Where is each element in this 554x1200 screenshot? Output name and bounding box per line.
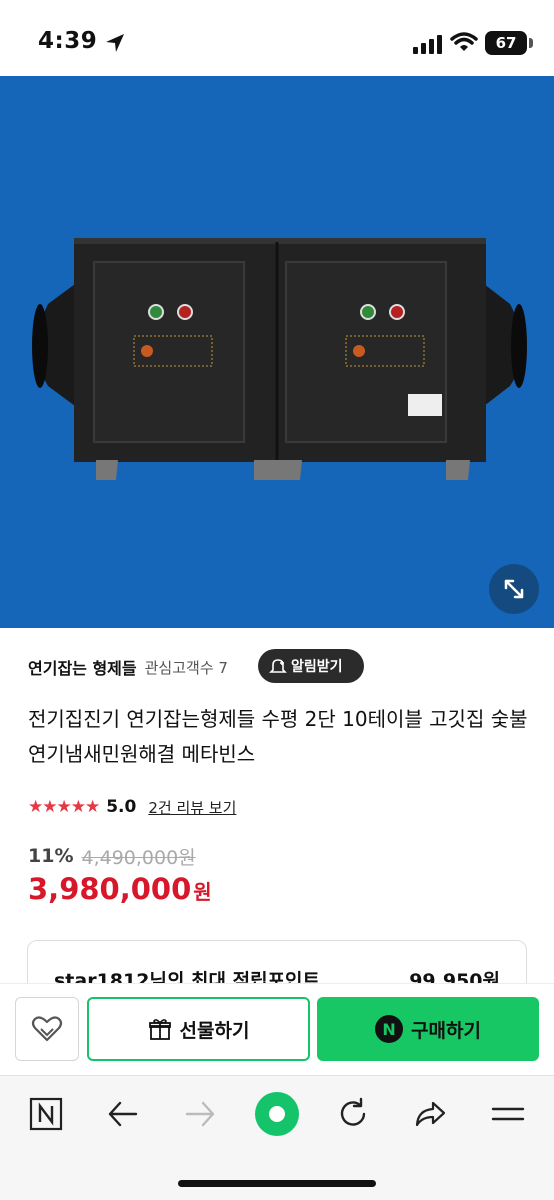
watcher-count: 관심고객수 7 (144, 658, 228, 677)
expand-image-button[interactable] (489, 564, 539, 614)
gift-button[interactable]: 선물하기 (87, 997, 310, 1061)
green-dot-icon[interactable] (255, 1092, 299, 1136)
original-price: 4,490,000원 (81, 846, 196, 869)
original-price-row: 11% 4,490,000원 (28, 844, 196, 869)
status-bar: 4:39 67 (0, 0, 554, 76)
reload-icon[interactable] (333, 1094, 373, 1134)
sale-price-row: 3,980,000 원 (28, 872, 212, 910)
buy-label: 구매하기 (411, 1019, 481, 1042)
back-icon[interactable] (103, 1094, 143, 1134)
menu-icon[interactable] (488, 1094, 528, 1134)
battery-indicator: 67 (485, 31, 527, 55)
gift-icon (148, 1019, 171, 1040)
share-icon[interactable] (410, 1094, 450, 1134)
naver-home-icon[interactable] (26, 1094, 66, 1134)
heart-outline-icon (31, 1016, 63, 1042)
purchase-action-bar: 선물하기 N 구매하기 (0, 983, 554, 1075)
review-link[interactable]: 2건 리뷰 보기 (148, 797, 236, 818)
rating-score: 5.0 (106, 797, 137, 817)
rating-row: ★★★★★ 5.0 2건 리뷰 보기 (28, 795, 236, 819)
location-arrow-icon (106, 34, 124, 52)
star-rating-icon: ★★★★★ (28, 797, 100, 817)
alert-subscribe-button[interactable]: 알림받기 (258, 649, 364, 683)
status-time: 4:39 (38, 28, 98, 54)
wifi-icon (450, 32, 478, 51)
seller-info: 연기잡는 형제들 관심고객수 7 (28, 650, 228, 684)
discount-rate: 11% (28, 845, 74, 867)
sale-price: 3,980,000 (28, 872, 192, 906)
product-title: 전기집진기 연기잡는형제들 수평 2단 10테이블 고깃집 숯불 연기냄새민원해… (28, 707, 528, 766)
forward-icon[interactable] (180, 1094, 220, 1134)
cellular-signal-icon (413, 35, 442, 54)
home-indicator (178, 1180, 376, 1187)
currency-unit: 원 (193, 880, 212, 904)
product-image-carousel[interactable] (0, 76, 554, 628)
bell-plus-icon (269, 659, 287, 673)
product-image (32, 238, 527, 480)
gift-label: 선물하기 (179, 1019, 250, 1042)
naver-pay-icon: N (375, 1015, 404, 1043)
battery-tip (529, 38, 533, 48)
expand-arrows-icon (504, 579, 524, 599)
buy-button[interactable]: N 구매하기 (317, 997, 539, 1061)
seller-name[interactable]: 연기잡는 형제들 (28, 655, 137, 679)
wishlist-button[interactable] (15, 997, 79, 1061)
alert-label: 알림받기 (291, 659, 343, 675)
